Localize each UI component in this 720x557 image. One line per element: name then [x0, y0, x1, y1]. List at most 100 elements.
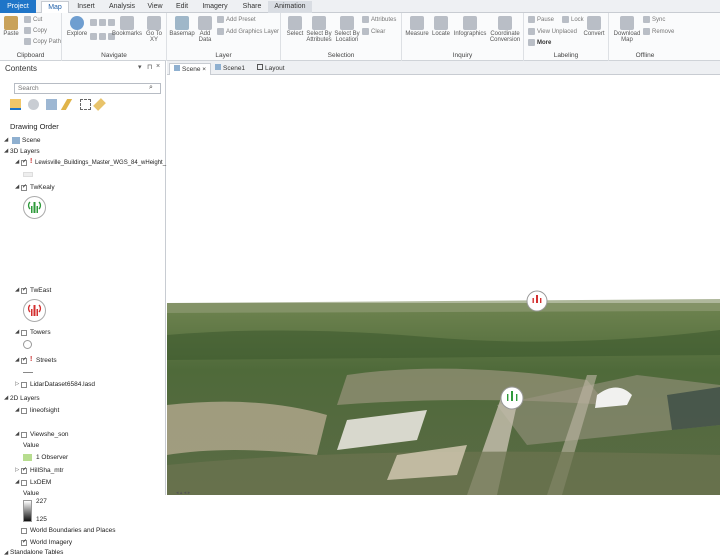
pane-menu-icon[interactable]: ▾ [138, 63, 142, 71]
layer-streets[interactable]: Streets [36, 357, 57, 365]
tab-layout[interactable]: Layout [253, 63, 289, 75]
expand-icon[interactable]: ◢ [15, 287, 19, 293]
sync-button[interactable]: Sync [643, 16, 665, 23]
tab-edit[interactable]: Edit [171, 1, 193, 13]
layer-visibility-checkbox[interactable] [21, 158, 27, 166]
standalone-tables[interactable]: Standalone Tables [10, 549, 63, 557]
select-button[interactable]: Select [284, 16, 306, 37]
expand-icon[interactable]: ▷ [15, 467, 19, 473]
scene-viewport[interactable] [167, 75, 720, 495]
snapping-icon[interactable] [80, 99, 91, 110]
layer-lineofsight[interactable]: lineofsight [30, 407, 59, 415]
select-by-attributes-button[interactable]: Select By Attributes [306, 16, 332, 43]
expand-icon[interactable]: ◢ [15, 431, 19, 437]
measure-button[interactable]: Measure [405, 16, 429, 37]
tab-share[interactable]: Share [238, 1, 266, 13]
layer-visibility-checkbox[interactable] [21, 356, 27, 364]
download-map-button[interactable]: Download Map [612, 16, 642, 43]
layer-visibility-checkbox[interactable] [21, 382, 27, 388]
clear-button[interactable]: Clear [362, 28, 385, 35]
layer-visibility-checkbox[interactable] [21, 330, 27, 336]
tab-animation[interactable]: Animation [268, 1, 312, 13]
layer-world-imagery[interactable]: World Imagery [30, 539, 72, 547]
layer-hillsha[interactable]: HillSha_mtr [30, 467, 64, 475]
expand-icon[interactable]: ◢ [15, 357, 19, 363]
tab-view[interactable]: View [143, 1, 167, 13]
layer-visibility-checkbox[interactable] [21, 432, 27, 438]
paste-button[interactable]: Paste [2, 16, 20, 37]
close-icon[interactable]: × [156, 63, 160, 70]
expand-icon[interactable]: ◢ [15, 159, 19, 165]
expand-icon[interactable]: ◢ [4, 137, 8, 143]
search-input[interactable] [14, 83, 161, 94]
layer-visibility-checkbox[interactable] [21, 538, 27, 546]
remove-button[interactable]: Remove [643, 28, 674, 35]
goto-xy-icon [147, 16, 161, 30]
tab-analysis[interactable]: Analysis [105, 1, 139, 13]
group-3d-layers[interactable]: 3D Layers [10, 148, 40, 156]
locate-button[interactable]: Locate [431, 16, 451, 37]
layer-lxdem[interactable]: LxDEM [30, 479, 51, 487]
expand-icon[interactable]: ▷ [15, 381, 19, 387]
layer-twkealy[interactable]: TwKealy [30, 184, 55, 192]
tab-scene1[interactable]: Scene1 [211, 63, 249, 75]
tab-insert[interactable]: Insert [72, 1, 100, 13]
layer-visibility-checkbox[interactable] [21, 408, 27, 414]
layer-lidar[interactable]: LidarDataset6584.lasd [30, 381, 95, 389]
layer-buildings[interactable]: Lewisville_Buildings_Master_WGS_84_wHeig… [35, 159, 166, 167]
add-preset-button[interactable]: Add Preset [217, 16, 256, 23]
layer-visibility-checkbox[interactable] [21, 286, 27, 294]
layer-visibility-checkbox[interactable] [21, 183, 27, 191]
view-unplaced-button[interactable]: View Unplaced [528, 28, 577, 35]
streets-symbol [23, 372, 33, 373]
lock-button[interactable]: Lock [562, 16, 584, 23]
tab-project[interactable]: Project [0, 0, 36, 13]
expand-icon[interactable]: ◢ [15, 184, 19, 190]
infographics-button[interactable]: Infographics [453, 16, 487, 37]
layer-towers[interactable]: Towers [30, 329, 51, 337]
expand-icon[interactable]: ◢ [15, 407, 19, 413]
pause-button[interactable]: Pause [528, 16, 554, 23]
expand-icon[interactable]: ◢ [4, 550, 8, 556]
group-2d-layers[interactable]: 2D Layers [10, 395, 40, 403]
layer-world-boundaries[interactable]: World Boundaries and Places [30, 527, 116, 535]
close-tab-icon[interactable]: × [202, 66, 206, 73]
data-source-icon[interactable] [28, 99, 39, 110]
layer-visibility-checkbox[interactable] [21, 528, 27, 534]
expand-icon[interactable]: ◢ [15, 329, 19, 335]
search-icon[interactable]: ⌕ [149, 84, 153, 92]
expand-icon[interactable]: ◢ [15, 479, 19, 485]
explore-button[interactable]: Explore [66, 16, 88, 37]
bookmarks-button[interactable]: Bookmarks [112, 16, 142, 37]
tab-map[interactable]: Map [41, 1, 69, 13]
layer-visibility-checkbox[interactable] [21, 480, 27, 486]
scene-node[interactable]: Scene [22, 137, 40, 145]
goto-xy-button[interactable]: Go To XY [144, 16, 164, 43]
layer-tweast[interactable]: TwEast [30, 287, 51, 295]
basemap-button[interactable]: Basemap [169, 16, 195, 37]
pin-icon[interactable]: ⊓ [147, 63, 152, 71]
more-button[interactable]: More [528, 39, 551, 46]
layer-viewshed[interactable]: Viewshe_son [30, 431, 69, 439]
lock-icon [562, 16, 569, 23]
selection-list-icon[interactable] [46, 99, 57, 110]
attributes-button[interactable]: Attributes [362, 16, 396, 23]
labeling-icon[interactable] [93, 98, 106, 111]
copy-button[interactable]: Copy [24, 27, 47, 34]
add-graphics-layer-button[interactable]: Add Graphics Layer [217, 28, 279, 35]
convert-button[interactable]: Convert [582, 16, 606, 37]
scene-navigation-bar[interactable]: ◂ ▴ ◂ ▸ [176, 490, 190, 496]
coordinate-conversion-button[interactable]: Coordinate Conversion [488, 16, 522, 43]
expand-icon[interactable]: ◢ [4, 395, 8, 401]
layer-visibility-checkbox[interactable] [21, 466, 27, 474]
tab-scene[interactable]: Scene × [169, 63, 212, 75]
add-data-button[interactable]: Add Data [196, 16, 214, 43]
cut-button[interactable]: Cut [24, 16, 42, 23]
expand-icon[interactable]: ◢ [4, 148, 8, 154]
tab-imagery[interactable]: Imagery [198, 1, 232, 13]
editing-icon[interactable] [60, 99, 73, 110]
select-by-location-button[interactable]: Select By Location [334, 16, 360, 43]
ribbon: Paste Cut Copy Copy Path Clipboard Explo… [0, 13, 720, 61]
copy-path-button[interactable]: Copy Path [24, 38, 61, 45]
drawing-order-icon[interactable] [10, 99, 21, 110]
